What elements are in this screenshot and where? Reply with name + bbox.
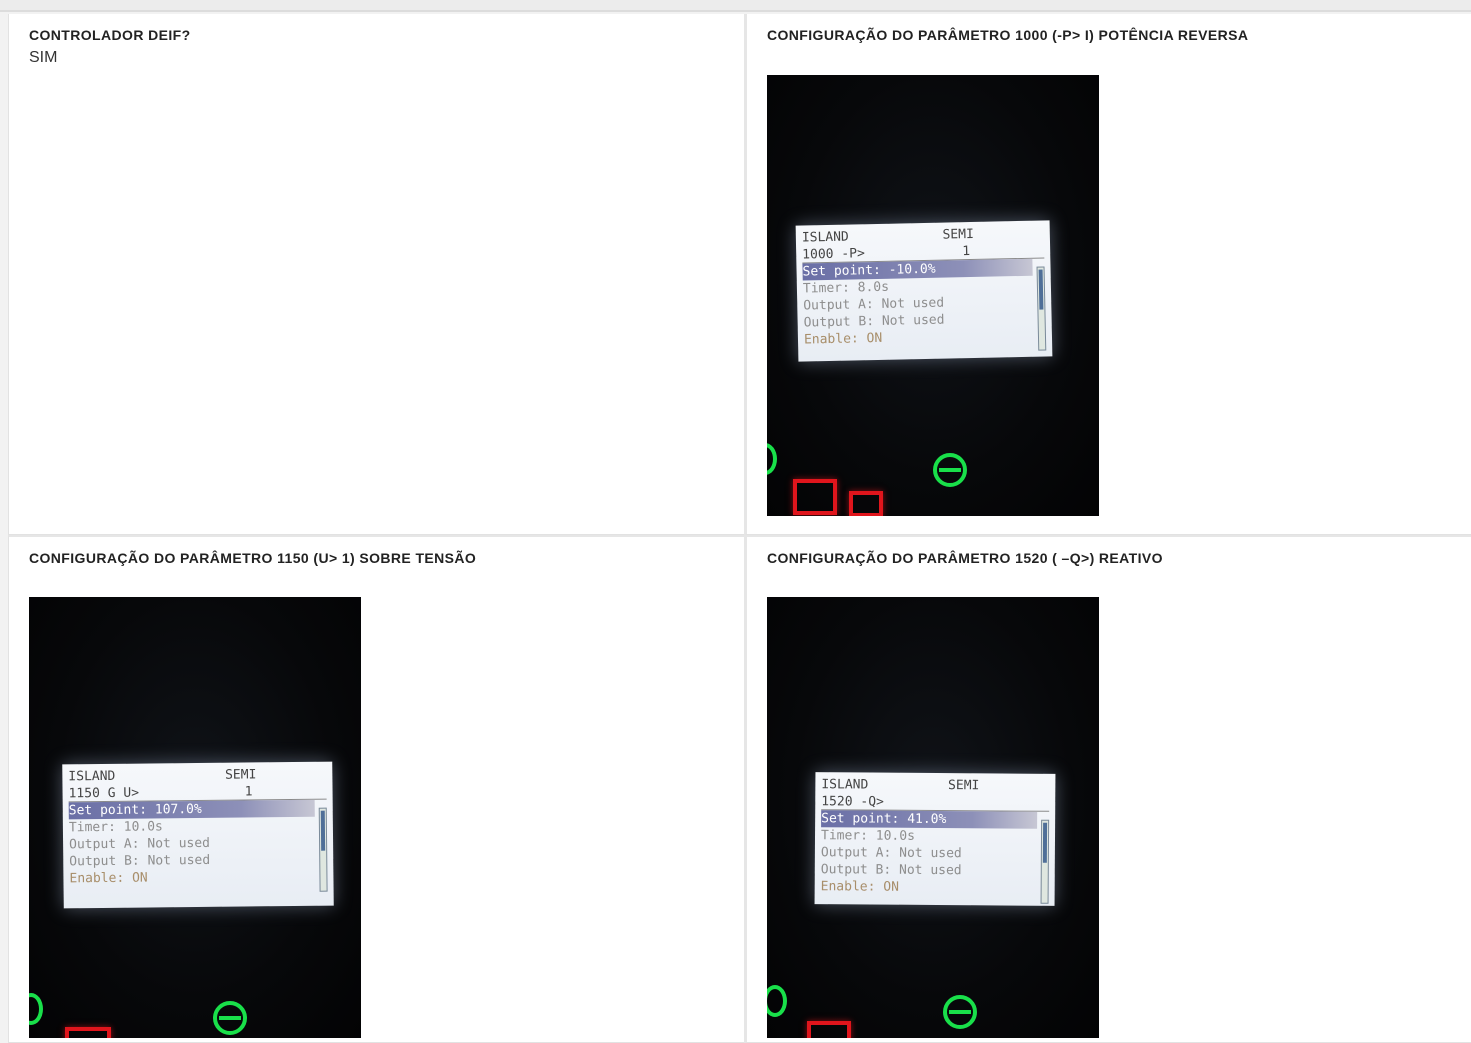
red-button-icon [793,479,837,515]
lcd-setpoint: Set point: 41.0% [821,810,1038,829]
generator-icon [943,995,977,1029]
field-parametro-1000: CONFIGURAÇÃO DO PARÂMETRO 1000 (-P> I) P… [744,14,1471,535]
power-icon [767,443,777,475]
field-label: CONFIGURAÇÃO DO PARÂMETRO 1520 ( –Q>) RE… [767,550,1163,566]
generator-icon [933,453,967,487]
field-parametro-1150: CONFIGURAÇÃO DO PARÂMETRO 1150 (U> 1) SO… [8,535,744,1043]
lcd-screen: ISLAND SEMI 1520 -Q> Set point: 41.0% Tim… [814,772,1056,906]
field-value: SIM [29,49,58,66]
lcd-screen: ISLAND SEMI 1000 -P> 1 Set point: -10.0% T… [795,220,1053,362]
field-label: CONFIGURAÇÃO DO PARÂMETRO 1150 (U> 1) SO… [29,550,477,566]
red-button-icon [807,1021,851,1038]
lcd-mode: ISLAND [821,777,869,793]
top-bar [0,0,1471,12]
lcd-scrollbar [1036,266,1047,351]
lcd-scrollbar [1040,819,1050,904]
lcd-param: 1000 -P> [802,246,865,263]
controller-photo[interactable]: ISLAND SEMI 1150 G U> 1 Set point: 107.0% … [29,597,361,1038]
red-button-icon [65,1027,111,1038]
controller-photo[interactable]: ISLAND SEMI 1520 -Q> Set point: 41.0% Tim… [767,597,1099,1038]
lcd-param: 1150 G U> [68,785,140,802]
lcd-enable: Enable: ON [803,330,883,348]
lcd-index: 1 [244,784,253,800]
lcd-scrollbar [318,807,328,892]
form-grid: CONTROLADOR DEIF? SIM CONFIGURAÇÃO DO PA… [8,14,1471,1043]
lcd-enable: Enable: ON [69,870,148,887]
sine-button-icon [849,491,883,516]
lcd-output-b: Output B: Not used [820,862,962,879]
lcd-index: 1 [962,244,971,260]
lcd-param: 1520 -Q> [821,794,884,810]
field-label: CONTROLADOR DEIF? [29,27,191,43]
lcd-state: SEMI [942,226,974,243]
lcd-output-a: Output A: Not used [820,845,962,862]
power-icon [29,993,43,1025]
lcd-enable: Enable: ON [820,879,899,895]
power-icon [767,985,787,1017]
controller-photo[interactable]: ISLAND SEMI 1000 -P> 1 Set point: -10.0% T… [767,75,1099,516]
lcd-state: SEMI [224,767,257,783]
field-controlador-deif: CONTROLADOR DEIF? SIM [8,14,744,535]
field-parametro-1520: CONFIGURAÇÃO DO PARÂMETRO 1520 ( –Q>) RE… [744,535,1471,1043]
lcd-screen: ISLAND SEMI 1150 G U> 1 Set point: 107.0% … [62,761,334,909]
lcd-mode: ISLAND [68,768,116,785]
lcd-mode: ISLAND [801,229,849,246]
field-label: CONFIGURAÇÃO DO PARÂMETRO 1000 (-P> I) P… [767,27,1249,43]
lcd-state: SEMI [948,778,980,794]
generator-icon [213,1001,247,1035]
lcd-timer: Timer: 10.0s [820,828,915,844]
